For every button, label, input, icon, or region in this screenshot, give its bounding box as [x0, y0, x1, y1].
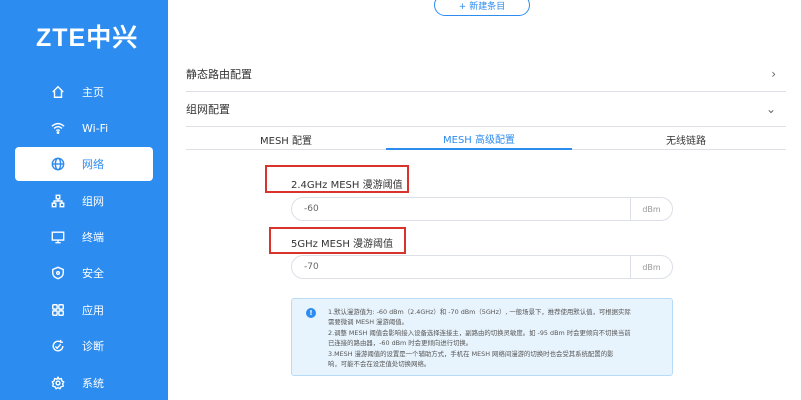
section-mesh-config[interactable]: 组网配置 ⌄	[186, 91, 786, 127]
highlight-box	[265, 165, 409, 193]
info-line: 响，可能不会在设定值处切换网络。	[328, 360, 431, 369]
chevron-right-icon: ›	[771, 66, 776, 81]
monitor-icon	[50, 229, 66, 245]
tab-mesh-advanced[interactable]: MESH 高级配置	[386, 128, 572, 150]
tab-mesh-config[interactable]: MESH 配置	[186, 128, 386, 150]
main-panel: + 新建条目 静态路由配置 › 组网配置 ⌄ MESH 配置 MESH 高级配置…	[168, 0, 801, 400]
sidebar-item-label: 系统	[82, 377, 104, 390]
sidebar-item-label: 组网	[82, 195, 104, 208]
sidebar-item-label: 终端	[82, 231, 104, 244]
section-static-routing[interactable]: 静态路由配置 ›	[186, 56, 786, 92]
sidebar-item-devices[interactable]: 终端	[0, 220, 168, 254]
unit-label: dBm	[630, 256, 672, 278]
sidebar-item-label: 诊断	[82, 340, 104, 353]
tab-bar: MESH 配置 MESH 高级配置 无线链路	[186, 128, 786, 150]
info-line: 已连接的路由器，-60 dBm 时会更倾向进行切换。	[328, 339, 473, 348]
apps-icon	[50, 302, 66, 318]
section-title: 组网配置	[186, 102, 230, 116]
threshold-24ghz-field[interactable]: dBm	[291, 197, 673, 221]
info-notice: ! 1.默认漫游值为: -60 dBm（2.4GHz）和 -70 dBm（5GH…	[291, 298, 673, 376]
sidebar-item-network[interactable]: 网络	[15, 147, 153, 181]
wifi-icon	[50, 120, 66, 136]
sidebar-item-label: 网络	[82, 158, 104, 171]
sidebar-item-label: 安全	[82, 267, 104, 280]
sidebar-item-wifi[interactable]: Wi-Fi	[0, 111, 168, 145]
zte-logo: ZTE中兴	[36, 24, 139, 52]
sidebar-item-label: 应用	[82, 304, 104, 317]
section-title: 静态路由配置	[186, 67, 252, 81]
gear-icon	[50, 375, 66, 391]
info-line: 3.MESH 漫游阈值的设置是一个辅助方式，手机在 MESH 网络间漫游的切换时…	[328, 349, 614, 358]
sidebar-item-system[interactable]: 系统	[0, 366, 168, 400]
new-entry-button[interactable]: + 新建条目	[434, 0, 530, 16]
sidebar-item-security[interactable]: 安全	[0, 256, 168, 290]
unit-label: dBm	[630, 198, 672, 220]
threshold-5ghz-field[interactable]: dBm	[291, 255, 673, 279]
sidebar-item-label: 主页	[82, 86, 104, 99]
info-text: 1.默认漫游值为: -60 dBm（2.4GHz）和 -70 dBm（5GHz）…	[328, 307, 668, 369]
sidebar-item-mesh[interactable]: 组网	[0, 184, 168, 218]
highlight-box	[269, 227, 406, 254]
shield-icon	[50, 265, 66, 281]
globe-icon	[50, 156, 66, 172]
tab-wireless-link[interactable]: 无线链路	[586, 128, 786, 150]
sidebar-item-apps[interactable]: 应用	[0, 293, 168, 327]
info-line: 1.默认漫游值为: -60 dBm（2.4GHz）和 -70 dBm（5GHz）…	[328, 308, 631, 316]
sidebar-item-label: Wi-Fi	[82, 121, 109, 135]
home-icon	[50, 84, 66, 100]
threshold-24ghz-input[interactable]	[292, 198, 632, 220]
info-line: 2.调整 MESH 阈值会影响接入设备选择连接主，副路由的切换灵敏度。如 -95…	[328, 328, 631, 337]
diagnose-icon	[50, 338, 66, 354]
info-line: 需要微调 MESH 漫游阈值。	[328, 318, 408, 327]
threshold-5ghz-input[interactable]	[292, 256, 632, 278]
sidebar-item-diagnose[interactable]: 诊断	[0, 329, 168, 363]
info-icon: !	[306, 308, 316, 318]
sidebar-item-home[interactable]: 主页	[0, 75, 168, 109]
sidebar: ZTE中兴 主页 Wi-Fi 网络 组网 终端 安全 应用 诊断 系统	[0, 0, 168, 400]
chevron-down-icon: ⌄	[765, 101, 776, 116]
mesh-icon	[50, 193, 66, 209]
